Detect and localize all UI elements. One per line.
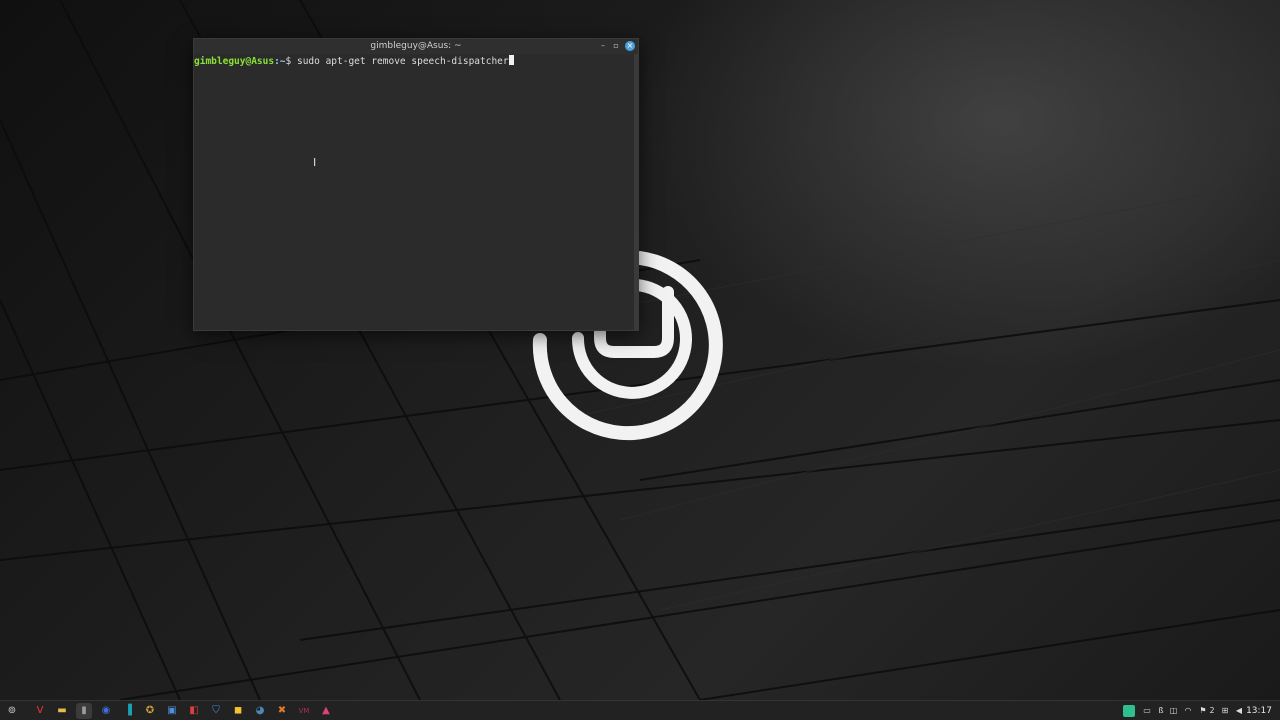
app-gold-icon[interactable]: ✪ (142, 703, 158, 719)
menu-icon[interactable]: ⊚ (4, 703, 20, 719)
steam-icon[interactable]: ◕ (252, 703, 268, 719)
clock[interactable]: 13:17 (1246, 705, 1272, 717)
desktop (0, 0, 1280, 700)
command-line: gimbleguy@Asus:~$ sudo apt-get remove sp… (194, 55, 634, 67)
network-icon[interactable]: ⊞ (1220, 705, 1230, 717)
app-red-icon[interactable]: ◧ (186, 703, 202, 719)
vm-icon[interactable]: VM (296, 703, 312, 719)
shield-icon[interactable]: ⛉ (208, 703, 224, 719)
scrollbar[interactable] (634, 54, 638, 330)
app-blue-icon[interactable]: ◉ (98, 703, 114, 719)
volume-icon[interactable]: ◀ (1234, 705, 1244, 717)
window-list-icon[interactable]: ▭ (1142, 705, 1152, 717)
text-cursor (508, 55, 514, 65)
files-icon[interactable]: ▬ (54, 703, 70, 719)
terminal-content[interactable]: gimbleguy@Asus:~$ sudo apt-get remove sp… (194, 54, 634, 330)
prompt-user: gimbleguy@Asus (194, 56, 275, 67)
minimize-button[interactable]: – (598, 41, 608, 51)
app-orange-icon[interactable]: ✖ (274, 703, 290, 719)
notification-icon[interactable]: ⚑ (1198, 705, 1208, 717)
terminal-icon[interactable]: ▮ (76, 703, 92, 719)
bluetooth-icon[interactable]: ß (1157, 705, 1165, 717)
taskbar: ⊚ V ▬ ▮ ◉ ▐ ✪ ▣ ◧ ⛉ ◼ ◕ ✖ VM ▲ ▭ ß ◫ ◠ ⚑ 2 ⊞ ◀ 13:17 (0, 700, 1280, 720)
system-monitor-icon[interactable] (1123, 705, 1135, 717)
window-title: gimbleguy@Asus: ~ (370, 41, 462, 51)
close-button[interactable]: × (625, 41, 635, 51)
command-text: sudo apt-get remove speech-dispatcher (296, 56, 509, 67)
terminal-window[interactable]: gimbleguy@Asus: ~ – ▫ × gimbleguy@Asus:~… (193, 38, 639, 331)
display-icon[interactable]: ◫ (1169, 705, 1178, 717)
window-titlebar[interactable]: gimbleguy@Asus: ~ – ▫ × (194, 39, 638, 54)
maximize-button[interactable]: ▫ (611, 41, 621, 51)
app-window-icon[interactable]: ▣ (164, 703, 180, 719)
wallpaper (0, 0, 1280, 700)
prompt-symbol: $ (285, 56, 297, 67)
mouse-ibeam-cursor-icon: I (313, 156, 317, 169)
image-viewer-icon[interactable]: ▲ (318, 703, 334, 719)
app-yellow-icon[interactable]: ◼ (230, 703, 246, 719)
app-teal-icon[interactable]: ▐ (120, 703, 136, 719)
wifi-icon[interactable]: ◠ (1183, 705, 1193, 717)
workspace-count[interactable]: 2 (1208, 705, 1216, 717)
vivaldi-icon[interactable]: V (32, 703, 48, 719)
prompt-path: :~ (274, 56, 286, 67)
